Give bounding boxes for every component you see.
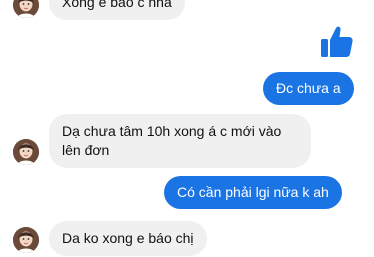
message-text: Dạ chưa tâm 10h xong á c mới vào lên đơn (62, 123, 282, 158)
avatar-image (13, 227, 39, 253)
sender-avatar[interactable] (13, 139, 39, 165)
message-bubble-incoming[interactable]: Xong e báo c nha (49, 0, 185, 20)
message-bubble-incoming[interactable]: Dạ chưa tâm 10h xong á c mới vào lên đơn (49, 114, 311, 168)
message-text: Xong e báo c nha (62, 0, 172, 10)
avatar-image (13, 0, 39, 18)
thumbs-up-icon[interactable] (319, 24, 355, 60)
avatar-image (13, 139, 39, 165)
message-text: Có cần phải lgi nữa k ah (177, 184, 329, 200)
message-bubble-outgoing[interactable]: Có cần phải lgi nữa k ah (164, 176, 342, 209)
message-bubble-outgoing[interactable]: Đc chưa a (263, 72, 354, 105)
sender-avatar[interactable] (13, 0, 39, 18)
message-text: Đc chưa a (276, 80, 341, 96)
sender-avatar[interactable] (13, 227, 39, 253)
message-text: Da ko xong e báo chị (62, 230, 194, 246)
message-bubble-incoming[interactable]: Da ko xong e báo chị (49, 221, 207, 256)
